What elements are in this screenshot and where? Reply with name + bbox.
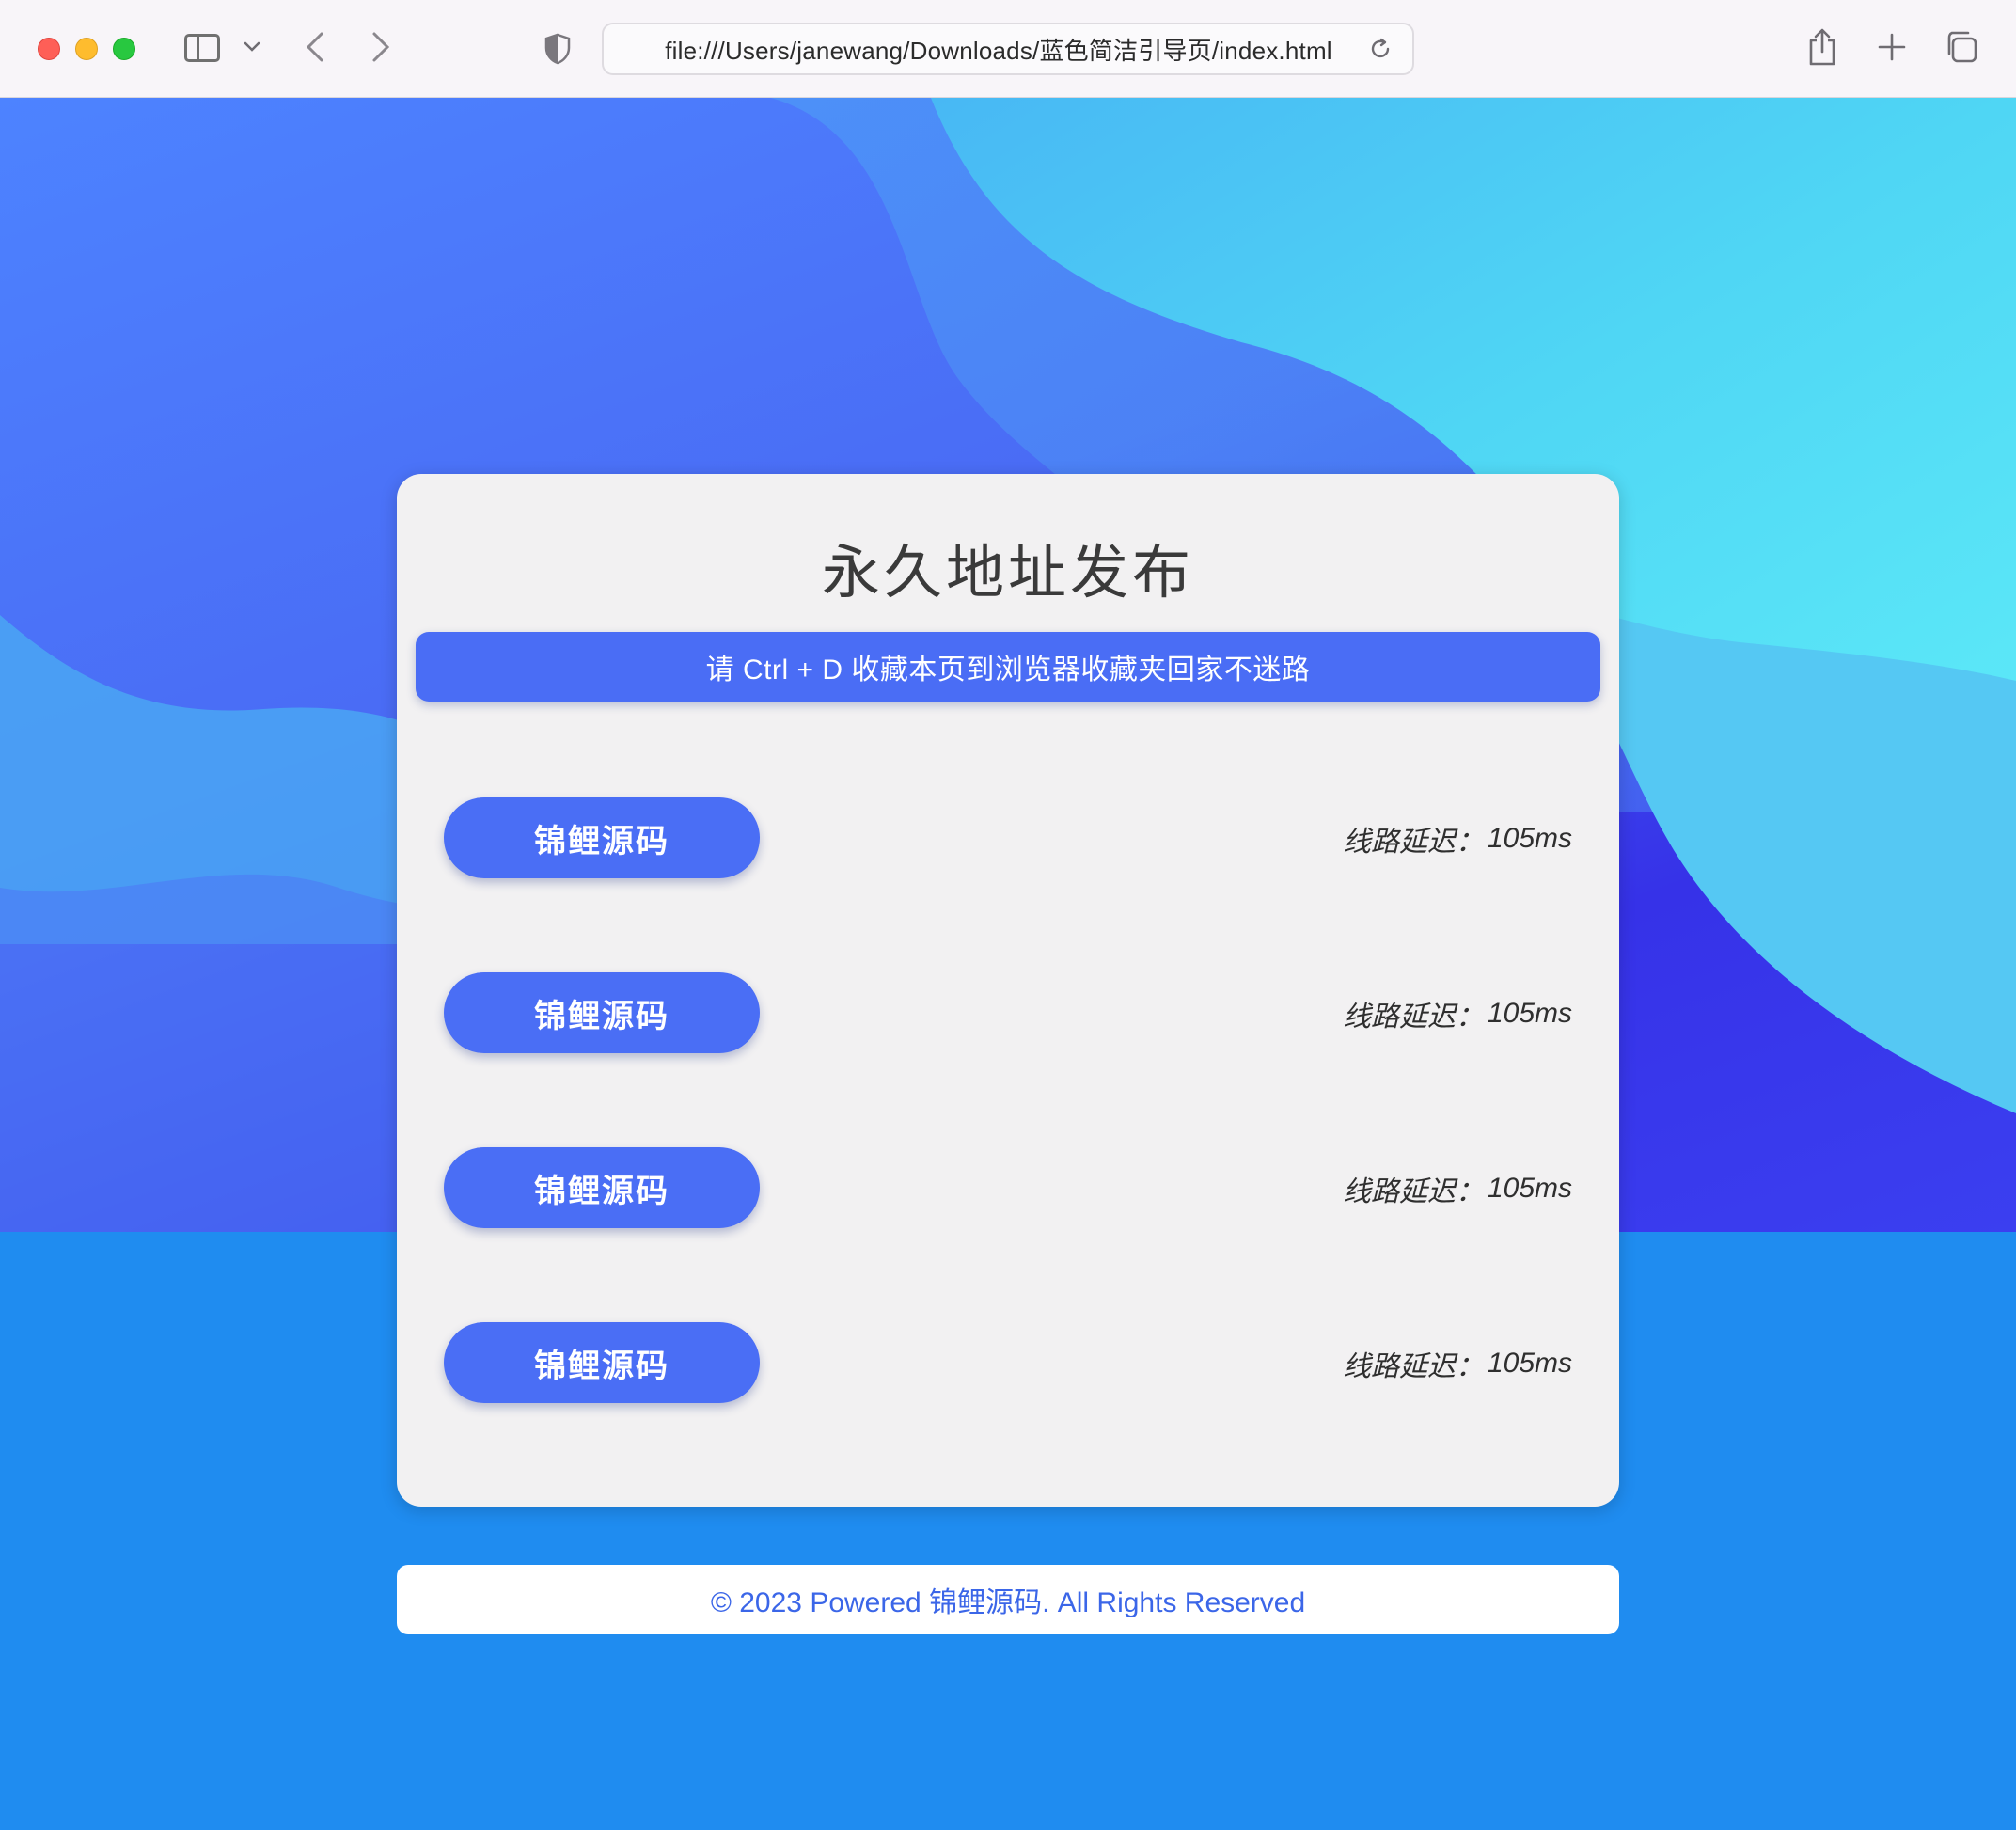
reload-icon[interactable]	[1367, 36, 1394, 62]
page-viewport: 永久地址发布 请 Ctrl + D 收藏本页到浏览器收藏夹回家不迷路 锦鲤源码 …	[0, 98, 2016, 1830]
tab-overview-icon[interactable]	[1943, 28, 1980, 66]
latency-readout: 线路延迟： 105ms	[1343, 993, 1572, 1034]
latency-label: 线路延迟：	[1342, 827, 1484, 858]
minimize-window-button[interactable]	[75, 38, 98, 60]
share-icon[interactable]	[1805, 26, 1839, 68]
back-arrow-icon[interactable]	[299, 28, 331, 66]
browser-toolbar: file:///Users/janewang/Downloads/蓝色简洁引导页…	[0, 0, 2016, 98]
latency-value: 105ms	[1487, 1348, 1572, 1379]
latency-readout: 线路延迟： 105ms	[1343, 1168, 1572, 1209]
latency-value: 105ms	[1487, 823, 1572, 854]
link-row: 锦鲤源码 线路延迟： 105ms	[397, 972, 1619, 1057]
link-row: 锦鲤源码 线路延迟： 105ms	[397, 1147, 1619, 1232]
url-text: file:///Users/janewang/Downloads/蓝色简洁引导页…	[665, 36, 1332, 65]
page-title: 永久地址发布	[821, 541, 1194, 606]
link-button[interactable]: 锦鲤源码	[444, 1322, 760, 1403]
forward-arrow-icon[interactable]	[365, 28, 397, 66]
latency-label: 线路延迟：	[1342, 1176, 1484, 1207]
link-button[interactable]: 锦鲤源码	[444, 797, 760, 878]
zoom-window-button[interactable]	[113, 38, 135, 60]
sidebar-toggle-icon[interactable]	[182, 32, 222, 64]
latency-readout: 线路延迟： 105ms	[1343, 818, 1572, 860]
new-tab-plus-icon[interactable]	[1873, 26, 1911, 68]
close-window-button[interactable]	[38, 38, 60, 60]
privacy-shield-icon[interactable]	[542, 32, 574, 66]
latency-label: 线路延迟：	[1342, 1351, 1484, 1382]
link-button[interactable]: 锦鲤源码	[444, 1147, 760, 1228]
latency-readout: 线路延迟： 105ms	[1343, 1343, 1572, 1384]
address-bar[interactable]: file:///Users/janewang/Downloads/蓝色简洁引导页…	[602, 23, 1414, 75]
footer-copyright: © 2023 Powered 锦鲤源码. All Rights Reserved	[397, 1565, 1619, 1634]
latency-value: 105ms	[1487, 998, 1572, 1029]
link-row: 锦鲤源码 线路延迟： 105ms	[397, 797, 1619, 882]
latency-value: 105ms	[1487, 1173, 1572, 1204]
link-button[interactable]: 锦鲤源码	[444, 972, 760, 1053]
link-row: 锦鲤源码 线路延迟： 105ms	[397, 1322, 1619, 1407]
address-card: 永久地址发布 请 Ctrl + D 收藏本页到浏览器收藏夹回家不迷路 锦鲤源码 …	[397, 474, 1619, 1507]
bookmark-notice: 请 Ctrl + D 收藏本页到浏览器收藏夹回家不迷路	[416, 632, 1600, 702]
chevron-down-icon[interactable]	[241, 36, 263, 58]
latency-label: 线路延迟：	[1342, 1002, 1484, 1033]
